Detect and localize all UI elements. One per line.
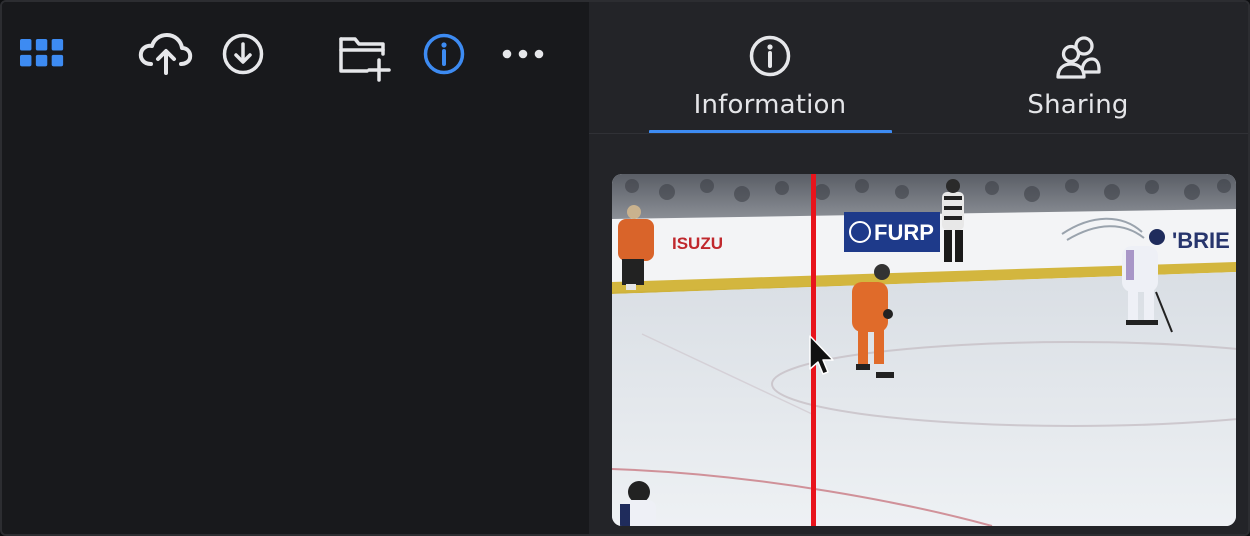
- svg-text:ISUZU: ISUZU: [672, 234, 723, 253]
- folder-plus-icon[interactable]: [337, 30, 393, 82]
- more-icon[interactable]: [501, 32, 545, 76]
- video-preview[interactable]: ISUZU FURP 'BRIE: [612, 174, 1236, 526]
- app-window: Information Sharing ISUZU FURP 'BRIE: [0, 0, 1250, 536]
- tab-sharing-label: Sharing: [1027, 90, 1129, 120]
- board-ad-furp: FURP: [844, 212, 940, 252]
- download-icon[interactable]: [221, 32, 265, 76]
- people-icon: [1055, 34, 1101, 85]
- info-icon[interactable]: [422, 32, 466, 76]
- svg-text:FURP: FURP: [874, 220, 934, 245]
- tab-information[interactable]: Information: [649, 30, 891, 134]
- tab-sharing[interactable]: Sharing: [957, 30, 1199, 134]
- info-icon: [748, 34, 792, 83]
- inspector-panel: Information Sharing ISUZU FURP 'BRIE: [589, 2, 1248, 534]
- grid-icon[interactable]: [20, 32, 64, 76]
- ice-surface: [612, 272, 1236, 526]
- board-ad-isuzu: ISUZU: [672, 234, 723, 253]
- svg-text:'BRIE: 'BRIE: [1172, 228, 1230, 253]
- tabs-divider: [589, 133, 1248, 134]
- tab-information-label: Information: [693, 90, 847, 120]
- cloud-upload-icon[interactable]: [136, 32, 194, 76]
- toolbar-pane: [2, 2, 589, 534]
